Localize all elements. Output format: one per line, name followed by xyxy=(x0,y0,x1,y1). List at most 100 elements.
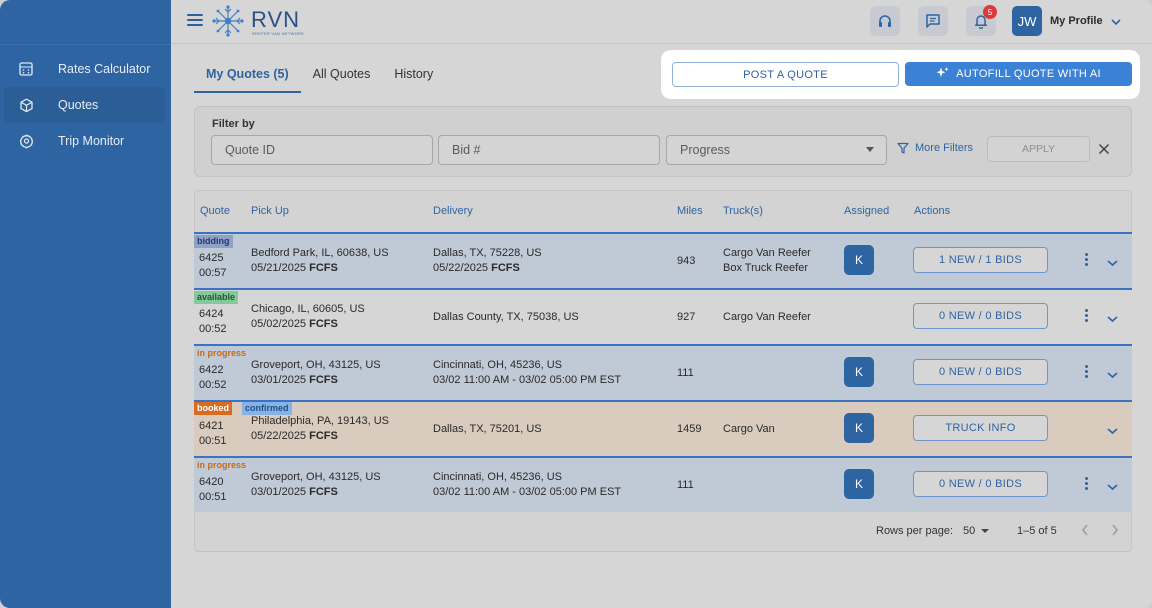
tab-my-quotes[interactable]: My Quotes (5) xyxy=(194,60,301,93)
chat-icon xyxy=(926,14,940,28)
pagination-range: 1–5 of 5 xyxy=(1017,525,1057,537)
avatar[interactable]: JW xyxy=(1012,6,1042,36)
cube-icon xyxy=(18,97,34,113)
delivery-date: 05/22/2025 FCFS xyxy=(433,262,520,274)
bids-button[interactable]: 0 NEW / 0 BIDS xyxy=(913,359,1048,385)
support-headset-button[interactable] xyxy=(870,6,900,36)
delivery-window: 03/02 11:00 AM - 03/02 05:00 PM EST xyxy=(433,374,622,386)
sidebar-item-quotes[interactable]: Quotes xyxy=(4,87,165,123)
column-header-quote[interactable]: Quote xyxy=(200,205,230,217)
progress-select[interactable]: Progress xyxy=(666,135,887,165)
sidebar-item-rates-calculator[interactable]: Rates Calculator xyxy=(0,51,171,87)
more-vertical-icon[interactable] xyxy=(1085,309,1089,323)
tab-all-quotes[interactable]: All Quotes xyxy=(301,60,383,93)
status-badge: available xyxy=(194,291,239,304)
quote-time: 00:52 xyxy=(199,323,227,335)
quote-id: 6425 xyxy=(199,252,224,264)
column-header-assigned[interactable]: Assigned xyxy=(844,205,889,217)
miles: 943 xyxy=(677,255,696,267)
assigned-avatar[interactable]: K xyxy=(844,413,874,443)
logo-icon xyxy=(210,3,246,39)
quote-time: 00:51 xyxy=(199,491,227,503)
pickup-date: 05/22/2025 FCFS xyxy=(251,430,338,442)
location-icon xyxy=(18,133,34,149)
app-window: Rates Calculator Quotes Trip Monitor RVN… xyxy=(0,0,1152,608)
sidebar-item-label: Trip Monitor xyxy=(58,134,125,148)
pickup-location: Groveport, OH, 43125, US xyxy=(251,471,381,483)
pickup-date: 05/02/2025 FCFS xyxy=(251,318,338,330)
more-filters-button[interactable]: More Filters xyxy=(897,142,973,154)
expand-chevron-icon[interactable] xyxy=(1107,256,1118,270)
brand-tagline: REEFER VAN NETWORK xyxy=(252,31,305,36)
expand-chevron-icon[interactable] xyxy=(1107,312,1118,326)
rows-per-page-label: Rows per page: xyxy=(876,525,954,537)
expand-chevron-icon[interactable] xyxy=(1107,424,1118,438)
profile-label[interactable]: My Profile xyxy=(1050,15,1103,27)
messages-button[interactable] xyxy=(918,6,948,36)
chevron-left-icon[interactable] xyxy=(1081,524,1089,539)
headset-icon xyxy=(879,15,891,27)
miles: 111 xyxy=(677,367,694,379)
assigned-avatar[interactable]: K xyxy=(844,357,874,387)
status-badge: booked xyxy=(194,402,233,415)
filter-icon xyxy=(897,142,909,154)
column-header-trucks[interactable]: Truck(s) xyxy=(723,205,763,217)
post-quote-button[interactable]: POST A QUOTE xyxy=(672,62,899,87)
bids-button[interactable]: 1 NEW / 1 BIDS xyxy=(913,247,1048,273)
miles: 1459 xyxy=(677,423,702,435)
pickup-date: 03/01/2025 FCFS xyxy=(251,486,338,498)
status-badge: in progress xyxy=(197,348,247,358)
autofill-quote-button[interactable]: AUTOFILL QUOTE WITH AI xyxy=(905,62,1132,86)
pickup-location: Philadelphia, PA, 19143, US xyxy=(251,415,389,427)
bid-number-input[interactable]: Bid # xyxy=(438,135,660,165)
calculator-icon xyxy=(18,61,34,77)
expand-chevron-icon[interactable] xyxy=(1107,368,1118,382)
status-badge: bidding xyxy=(194,235,233,248)
delivery-window: 03/02 11:00 AM - 03/02 05:00 PM EST xyxy=(433,486,622,498)
chevron-right-icon[interactable] xyxy=(1111,524,1119,539)
quote-id-input[interactable]: Quote ID xyxy=(211,135,433,165)
column-header-miles[interactable]: Miles xyxy=(677,205,703,217)
bids-button[interactable]: 0 NEW / 0 BIDS xyxy=(913,471,1048,497)
miles: 111 xyxy=(677,479,694,491)
pickup-location: Chicago, IL, 60605, US xyxy=(251,303,365,315)
delivery-location: Dallas, TX, 75201, US xyxy=(433,423,542,435)
more-vertical-icon[interactable] xyxy=(1085,365,1089,379)
autofill-quote-label: AUTOFILL QUOTE WITH AI xyxy=(956,68,1101,80)
truck-type: Cargo Van Reefer xyxy=(723,247,811,259)
truck-type: Cargo Van Reefer xyxy=(723,311,811,323)
quote-id: 6424 xyxy=(199,308,224,320)
close-icon[interactable] xyxy=(1098,143,1110,158)
sidebar-item-label: Quotes xyxy=(58,98,99,112)
truck-info-button[interactable]: TRUCK INFO xyxy=(913,415,1048,441)
pickup-location: Bedford Park, IL, 60638, US xyxy=(251,247,389,259)
column-header-pickup[interactable]: Pick Up xyxy=(251,205,289,217)
miles: 927 xyxy=(677,311,696,323)
assigned-avatar[interactable]: K xyxy=(844,469,874,499)
pickup-date: 03/01/2025 FCFS xyxy=(251,374,338,386)
assigned-avatar[interactable]: K xyxy=(844,245,874,275)
apply-button[interactable]: APPLY xyxy=(987,136,1090,162)
column-header-delivery[interactable]: Delivery xyxy=(433,205,473,217)
truck-type: Box Truck Reefer xyxy=(723,262,808,274)
delivery-location: Dallas, TX, 75228, US xyxy=(433,247,542,259)
filter-label: Filter by xyxy=(212,118,255,130)
delivery-location: Cincinnati, OH, 45236, US xyxy=(433,359,563,371)
rows-per-page-select[interactable]: 50 xyxy=(963,525,990,537)
quote-time: 00:52 xyxy=(199,379,227,391)
sidebar-item-trip-monitor[interactable]: Trip Monitor xyxy=(0,123,171,159)
sidebar-divider xyxy=(0,44,171,45)
tab-history[interactable]: History xyxy=(382,60,445,93)
caret-down-icon xyxy=(866,147,874,152)
column-header-actions: Actions xyxy=(914,205,951,217)
quote-id: 6420 xyxy=(199,476,224,488)
chevron-down-icon[interactable] xyxy=(1111,15,1121,29)
bids-button[interactable]: 0 NEW / 0 BIDS xyxy=(913,303,1048,329)
more-vertical-icon[interactable] xyxy=(1085,253,1089,267)
caret-down-icon xyxy=(981,529,990,533)
more-vertical-icon[interactable] xyxy=(1085,477,1089,491)
notification-count-badge: 5 xyxy=(983,5,997,19)
more-filters-label: More Filters xyxy=(915,142,974,154)
expand-chevron-icon[interactable] xyxy=(1107,480,1118,494)
menu-icon[interactable] xyxy=(187,14,203,28)
